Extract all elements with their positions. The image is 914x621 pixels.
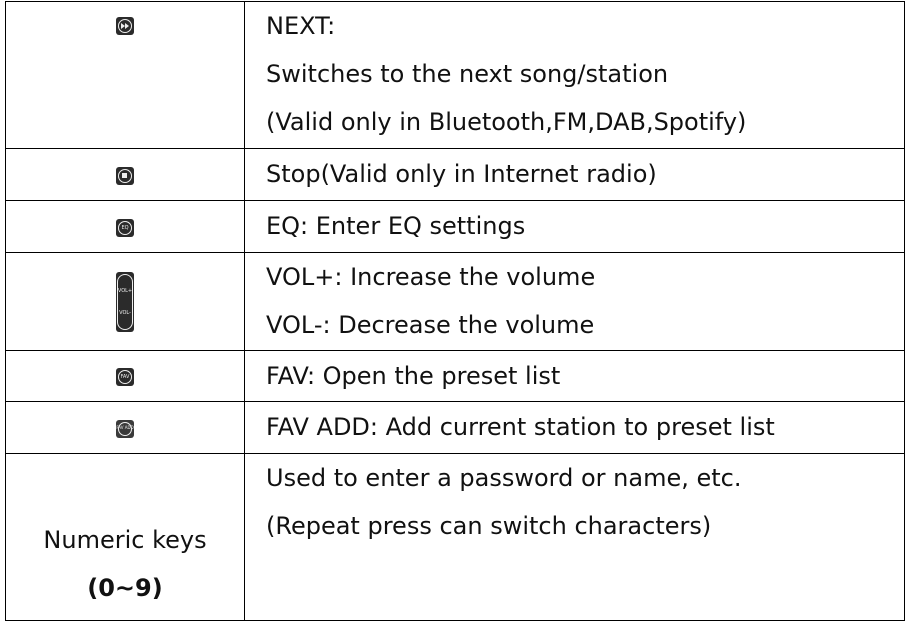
numeric-keys-range: (0~9)	[87, 574, 163, 602]
next-description: Switches to the next song/station	[266, 60, 669, 88]
icon-cell: FAV ADD	[5, 401, 245, 454]
icon-cell: FAV	[5, 350, 245, 402]
description-cell: Stop(Valid only in Internet radio)	[244, 148, 905, 201]
vol-up-description: VOL+: Increase the volume	[266, 263, 596, 291]
icon-cell: VOL+ VOL-	[5, 252, 245, 351]
table-row: Numeric keys (0~9) Used to enter a passw…	[5, 453, 905, 621]
fav-add-icon: FAV ADD	[116, 419, 134, 438]
next-note: (Valid only in Bluetooth,FM,DAB,Spotify)	[266, 108, 747, 136]
next-title: NEXT:	[266, 12, 336, 40]
remote-buttons-table: NEXT: Switches to the next song/station …	[5, 1, 905, 621]
table-row: EQ EQ: Enter EQ settings	[5, 200, 905, 253]
eq-icon: EQ	[116, 218, 134, 237]
icon-cell	[5, 1, 245, 149]
key-cell: Numeric keys (0~9)	[5, 453, 245, 621]
table-row: NEXT: Switches to the next song/station …	[5, 1, 905, 149]
fav-add-description: FAV ADD: Add current station to preset l…	[266, 413, 775, 441]
table-row: FAV ADD FAV ADD: Add current station to …	[5, 401, 905, 454]
description-cell: FAV: Open the preset list	[244, 350, 905, 402]
eq-description: EQ: Enter EQ settings	[266, 212, 526, 240]
stop-icon	[116, 166, 134, 185]
numeric-keys-description: Used to enter a password or name, etc.	[266, 464, 742, 492]
description-cell: FAV ADD: Add current station to preset l…	[244, 401, 905, 454]
volume-rocker-icon: VOL+ VOL-	[116, 271, 134, 332]
description-cell: Used to enter a password or name, etc. (…	[244, 453, 905, 621]
vol-down-description: VOL-: Decrease the volume	[266, 311, 595, 339]
icon-cell	[5, 148, 245, 201]
description-cell: NEXT: Switches to the next song/station …	[244, 1, 905, 149]
fast-forward-icon	[116, 17, 134, 35]
table-row: Stop(Valid only in Internet radio)	[5, 148, 905, 201]
stop-description: Stop(Valid only in Internet radio)	[266, 160, 657, 188]
table-row: VOL+ VOL- VOL+: Increase the volume VOL-…	[5, 252, 905, 351]
numeric-keys-label: Numeric keys	[43, 526, 207, 554]
fav-description: FAV: Open the preset list	[266, 362, 561, 390]
icon-cell: EQ	[5, 200, 245, 253]
fav-icon: FAV	[116, 368, 134, 386]
description-cell: EQ: Enter EQ settings	[244, 200, 905, 253]
table-row: FAV FAV: Open the preset list	[5, 350, 905, 402]
description-cell: VOL+: Increase the volume VOL-: Decrease…	[244, 252, 905, 351]
numeric-keys-note: (Repeat press can switch characters)	[266, 512, 712, 540]
